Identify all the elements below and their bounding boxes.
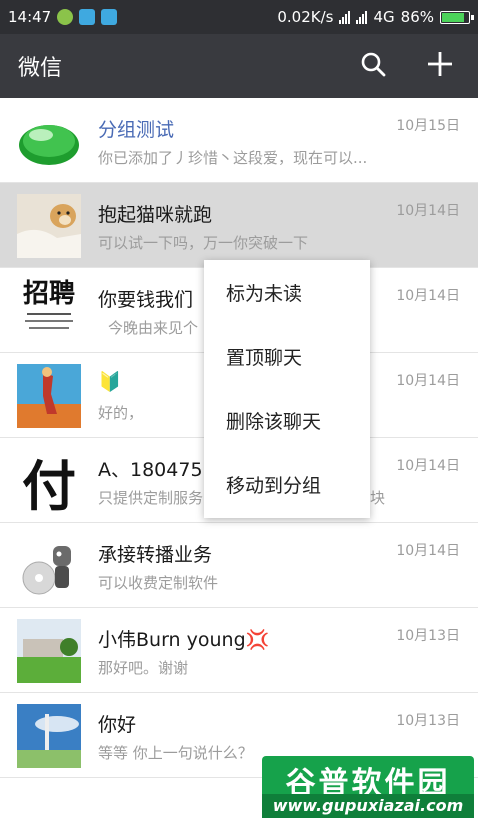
avatar-campus bbox=[17, 619, 81, 683]
chat-row-selected[interactable]: 抱起猫咪就跑 10月14日 可以试一下吗，万一你突破一下 bbox=[0, 183, 478, 268]
avatar-calligraphy: 付 bbox=[17, 449, 81, 513]
chat-name: 分组测试 bbox=[98, 119, 175, 141]
chat-name: 🔰 bbox=[98, 371, 122, 393]
plus-circle-icon bbox=[57, 9, 74, 25]
chat-time: 10月14日 bbox=[396, 203, 460, 219]
chat-preview: 可以试一下吗，万一你突破一下 bbox=[98, 234, 309, 252]
avatar-robot-cd bbox=[17, 534, 81, 598]
battery-icon bbox=[440, 10, 474, 24]
chat-name: 承接转播业务 bbox=[98, 544, 213, 566]
menu-item-delete-chat[interactable]: 删除该聊天 bbox=[204, 388, 370, 452]
plus-icon[interactable] bbox=[426, 50, 454, 82]
scan-icon bbox=[79, 9, 96, 25]
chat-time: 10月15日 bbox=[396, 118, 460, 134]
chat-name: A、180475 bbox=[98, 459, 203, 481]
watermark-url: www.gupuxiazai.com bbox=[262, 794, 474, 818]
search-icon[interactable] bbox=[360, 51, 386, 81]
avatar-text: 招聘 bbox=[22, 279, 75, 309]
avatar-lines-decoration bbox=[25, 320, 73, 322]
chat-name: 你要钱我们 bbox=[98, 289, 194, 311]
network-type: 4G bbox=[373, 8, 395, 26]
chat-row[interactable]: 分组测试 10月15日 你已添加了丿珍惜丶这段爱，现在可以... bbox=[0, 98, 478, 183]
avatar-dog bbox=[17, 194, 81, 258]
chat-preview-tail: 块 bbox=[370, 489, 386, 507]
avatar-text: 付 bbox=[22, 453, 76, 514]
wifi-signal-icon bbox=[339, 10, 351, 24]
avatar-green-drop bbox=[17, 109, 81, 173]
avatar-poster bbox=[17, 364, 81, 428]
chat-preview: 那好吧。谢谢 bbox=[98, 659, 189, 677]
battery-fill bbox=[442, 12, 464, 22]
avatar-tower bbox=[17, 704, 81, 768]
chat-time: 10月14日 bbox=[396, 288, 460, 304]
chat-time: 10月13日 bbox=[396, 628, 460, 644]
chat-row[interactable]: 承接转播业务 10月14日 可以收费定制软件 bbox=[0, 523, 478, 608]
chat-time: 10月13日 bbox=[396, 713, 460, 729]
chat-preview: 你已添加了丿珍惜丶这段爱，现在可以... bbox=[98, 149, 368, 167]
avatar-lines-decoration bbox=[29, 327, 69, 329]
avatar-lines-decoration bbox=[27, 313, 71, 315]
watermark-logo: 谷普软件园 www.gupuxiazai.com bbox=[262, 756, 474, 818]
chat-name: 你好 bbox=[98, 714, 137, 736]
chat-time: 10月14日 bbox=[396, 458, 460, 474]
context-menu: 标为未读 置顶聊天 删除该聊天 移动到分组 bbox=[204, 260, 370, 518]
usb-icon bbox=[101, 9, 118, 25]
menu-item-mark-unread[interactable]: 标为未读 bbox=[204, 260, 370, 324]
menu-item-move-to-group[interactable]: 移动到分组 bbox=[204, 452, 370, 516]
app-title: 微信 bbox=[18, 56, 63, 81]
app-bar: 微信 bbox=[0, 34, 478, 98]
chat-name: 抱起猫咪就跑 bbox=[98, 204, 213, 226]
avatar-recruit: 招聘 bbox=[17, 279, 81, 343]
status-bar: 14:47 0.02K/s 4G 86% bbox=[0, 0, 478, 34]
menu-item-pin-chat[interactable]: 置顶聊天 bbox=[204, 324, 370, 388]
chat-preview: 可以收费定制软件 bbox=[98, 574, 219, 592]
chat-time: 10月14日 bbox=[396, 543, 460, 559]
chat-time: 10月14日 bbox=[396, 373, 460, 389]
cell-signal-icon bbox=[356, 10, 368, 24]
chat-name: 小伟Burn young💢 bbox=[98, 629, 270, 651]
network-speed: 0.02K/s bbox=[277, 8, 334, 26]
battery-percent: 86% bbox=[400, 8, 434, 26]
chat-row[interactable]: 小伟Burn young💢 10月13日 那好吧。谢谢 bbox=[0, 608, 478, 693]
status-time: 14:47 bbox=[8, 8, 52, 26]
